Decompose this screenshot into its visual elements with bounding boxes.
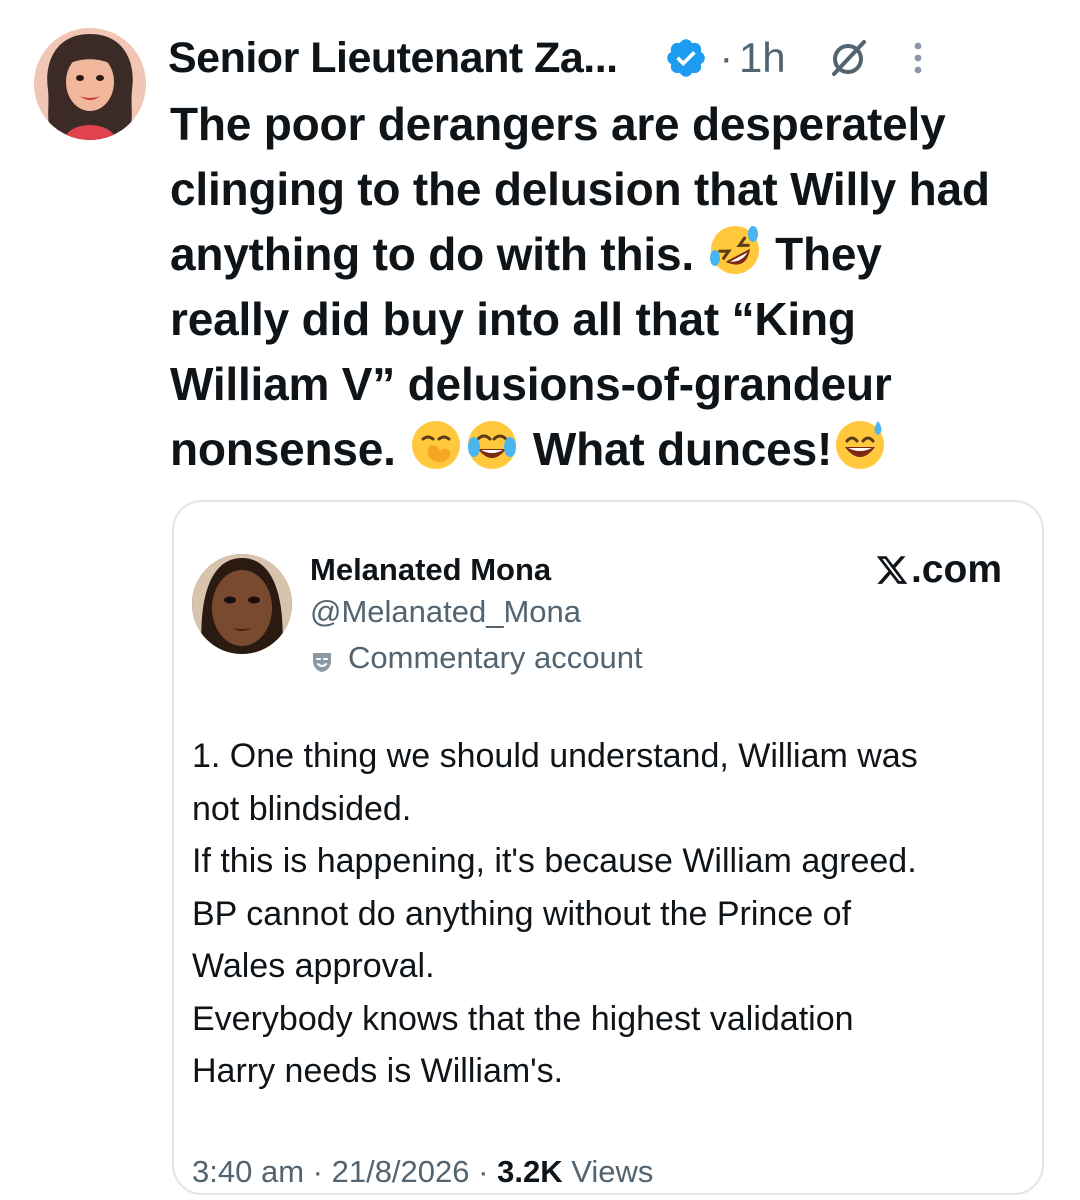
grok-icon[interactable] xyxy=(826,36,870,80)
separator-dot: · xyxy=(719,35,733,80)
commentary-badge: Commentary account xyxy=(310,640,643,676)
post-text-segment: nonsense. xyxy=(170,423,396,475)
tears-of-joy-emoji-icon xyxy=(464,417,520,473)
author-name[interactable]: Senior Lieutenant Za... xyxy=(168,34,618,83)
theater-mask-icon xyxy=(310,646,334,672)
quoted-avatar[interactable] xyxy=(192,554,292,654)
quoted-time[interactable]: 3:40 am xyxy=(192,1154,304,1189)
more-vertical-icon[interactable] xyxy=(908,36,928,80)
post-text-line: really did buy into all that “King xyxy=(170,293,856,345)
quoted-author-handle[interactable]: @Melanated_Mona xyxy=(310,594,581,630)
post-text-line: The poor derangers are desperately xyxy=(170,98,946,150)
rolling-laughing-emoji-icon xyxy=(707,222,763,278)
verified-badge-icon[interactable] xyxy=(664,36,708,80)
quoted-date[interactable]: 21/8/2026 xyxy=(332,1154,470,1189)
x-logo-icon xyxy=(875,553,909,587)
quoted-author-name[interactable]: Melanated Mona xyxy=(310,552,551,588)
quoted-metadata: 3:40 am · 21/8/2026 · 3.2K Views xyxy=(192,1154,653,1190)
post-text-segment: anything to do with this. xyxy=(170,228,694,280)
views-label: Views xyxy=(571,1154,654,1189)
post-header: Senior Lieutenant Za... · 1h xyxy=(168,30,1060,86)
post-time[interactable]: 1h xyxy=(739,34,786,82)
quoted-text-line: BP cannot do anything without the Prince… xyxy=(192,894,852,933)
commentary-badge-label: Commentary account xyxy=(348,640,643,675)
quoted-text-line: Harry needs is William's. xyxy=(192,1052,564,1090)
quoted-card[interactable]: Melanated Mona @Melanated_Mona Commentar… xyxy=(172,500,1044,1195)
quoted-text-line: not blindsided. xyxy=(192,789,412,828)
quoted-text-line: Wales approval. xyxy=(192,947,435,985)
post-text-segment: What dunces! xyxy=(532,423,833,475)
quoted-text-line: 1. One thing we should understand, Willi… xyxy=(192,737,918,775)
views-count[interactable]: 3.2K xyxy=(497,1154,562,1189)
post-text-segment: They xyxy=(775,228,882,280)
grinning-sweat-emoji-icon xyxy=(832,417,888,473)
author-avatar[interactable] xyxy=(34,28,146,140)
hand-over-mouth-emoji-icon xyxy=(408,417,464,473)
post-text-line: William V” delusions-of-grandeur xyxy=(170,358,892,410)
quoted-text: 1. One thing we should understand, Willi… xyxy=(192,730,1022,1098)
post-text-line: anything to do with this. They xyxy=(170,222,1065,287)
post-text: The poor derangers are desperately cling… xyxy=(170,92,1065,482)
post-text-line: clinging to the delusion that Willy had xyxy=(170,163,990,215)
meta-dot: · xyxy=(478,1154,489,1189)
quoted-text-line: If this is happening, it's because Willi… xyxy=(192,842,917,880)
quoted-text-line: Everybody knows that the highest validat… xyxy=(192,999,854,1038)
post-text-line: nonsense. What dunces! xyxy=(170,417,1065,482)
source-site-label: .com xyxy=(910,548,1002,591)
meta-dot: · xyxy=(312,1154,323,1189)
source-site[interactable]: .com xyxy=(875,548,1002,592)
